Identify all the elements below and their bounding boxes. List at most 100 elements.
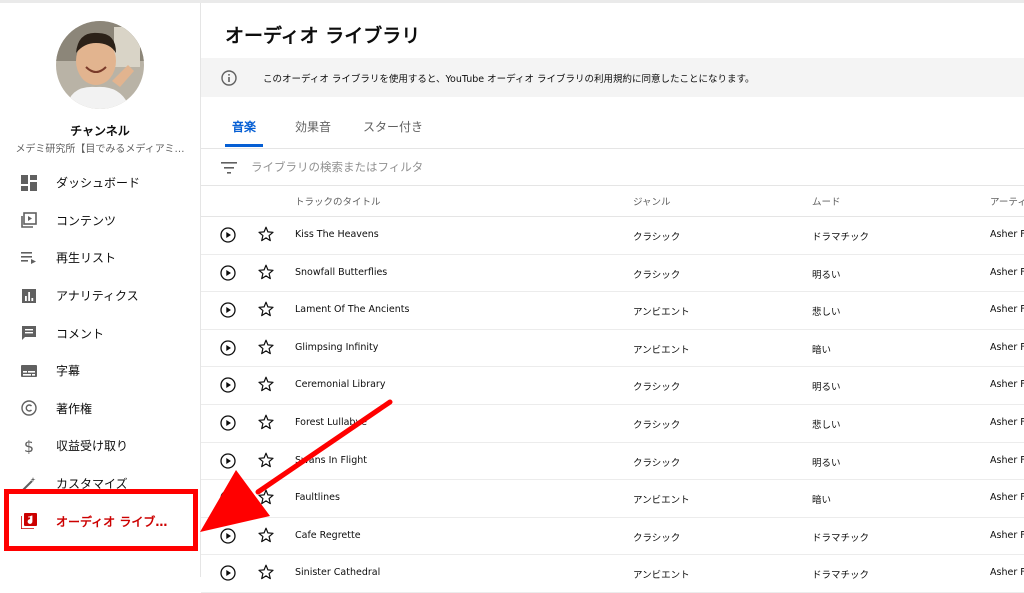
- page-title: オーディオ ライブラリ: [225, 25, 421, 47]
- track-title: Snowfall Butterflies: [295, 266, 388, 278]
- sidebar-item-dashboard[interactable]: ダッシュボード: [0, 164, 200, 202]
- dollar-icon: $: [20, 437, 38, 455]
- sidebar-item-playlists[interactable]: 再生リスト: [0, 239, 200, 277]
- track-list: Kiss The Heavens クラシック ドラマチック Asher F Snowfa…: [201, 217, 1024, 593]
- table-row[interactable]: Swans In Flight クラシック 明るい Asher F: [201, 443, 1024, 481]
- play-icon[interactable]: [220, 490, 236, 506]
- analytics-icon: [20, 287, 38, 305]
- star-icon[interactable]: [258, 226, 274, 242]
- track-title: Swans In Flight: [295, 454, 367, 466]
- table-row[interactable]: Sinister Cathedral アンビエント ドラマチック Asher F: [201, 555, 1024, 593]
- star-icon[interactable]: [258, 301, 274, 317]
- table-row[interactable]: Glimpsing Infinity アンビエント 暗い Asher F: [201, 330, 1024, 368]
- play-icon[interactable]: [220, 227, 236, 243]
- track-title: Kiss The Heavens: [295, 229, 379, 240]
- column-header-artist[interactable]: アーティ: [990, 194, 1024, 208]
- track-mood: ドラマチック: [812, 232, 870, 243]
- track-mood: 明るい: [812, 269, 841, 281]
- star-icon[interactable]: [258, 527, 274, 543]
- track-genre: アンビエント: [633, 495, 690, 507]
- track-genre: クラシック: [633, 232, 681, 243]
- table-header: トラックのタイトル ジャンル ムード アーティ: [201, 185, 1024, 217]
- filter-bar[interactable]: ライブラリの検索またはフィルタ: [201, 148, 1024, 186]
- column-header-genre[interactable]: ジャンル: [633, 194, 671, 208]
- track-genre: クラシック: [633, 419, 681, 431]
- play-icon[interactable]: [220, 565, 236, 581]
- filter-input[interactable]: ライブラリの検索またはフィルタ: [251, 159, 423, 175]
- channel-title: チャンネル: [70, 124, 130, 138]
- play-icon[interactable]: [220, 528, 236, 544]
- sidebar-item-earn[interactable]: $ 収益受け取り: [0, 427, 200, 465]
- dashboard-icon: [20, 174, 38, 192]
- sidebar-item-content[interactable]: コンテンツ: [0, 202, 200, 240]
- content-icon: [20, 211, 38, 229]
- track-artist: Asher F: [990, 454, 1024, 466]
- sidebar-item-label: アナリティクス: [56, 289, 139, 304]
- play-icon[interactable]: [220, 302, 236, 318]
- column-header-mood[interactable]: ムード: [812, 194, 841, 208]
- track-artist: Asher F: [990, 304, 1024, 316]
- subtitles-icon: [20, 362, 38, 380]
- track-mood: 悲しい: [812, 419, 841, 431]
- star-icon[interactable]: [258, 339, 274, 355]
- channel-name: メデミ研究所【目でみるメディアミ…: [15, 144, 185, 155]
- star-icon[interactable]: [258, 564, 274, 580]
- track-mood: ドラマチック: [812, 532, 870, 544]
- star-icon[interactable]: [258, 264, 274, 280]
- sidebar-item-label: 再生リスト: [56, 251, 117, 266]
- play-icon[interactable]: [220, 415, 236, 431]
- star-icon[interactable]: [258, 489, 274, 505]
- avatar-photo: [56, 21, 144, 109]
- sidebar-item-label: 著作権: [56, 401, 93, 416]
- sidebar-nav: ダッシュボード コンテンツ 再生リスト アナリティクス コメント 字幕 著作権 …: [0, 164, 200, 540]
- track-title: Glimpsing Infinity: [295, 341, 379, 353]
- star-icon[interactable]: [258, 452, 274, 468]
- star-icon[interactable]: [258, 376, 274, 392]
- filter-icon[interactable]: [221, 160, 237, 174]
- track-artist: Asher F: [990, 416, 1024, 428]
- tab-music[interactable]: 音楽: [232, 118, 256, 135]
- track-mood: 明るい: [812, 382, 841, 394]
- table-row[interactable]: Faultlines アンビエント 暗い Asher F: [201, 480, 1024, 518]
- table-row[interactable]: Lament Of The Ancients アンビエント 悲しい Asher F: [201, 292, 1024, 330]
- column-header-title[interactable]: トラックのタイトル: [295, 194, 381, 208]
- svg-text:$: $: [24, 438, 34, 454]
- track-title: Faultlines: [295, 492, 340, 504]
- sidebar-item-analytics[interactable]: アナリティクス: [0, 277, 200, 315]
- table-row[interactable]: Ceremonial Library クラシック 明るい Asher F: [201, 367, 1024, 405]
- table-row[interactable]: Snowfall Butterflies クラシック 明るい Asher F: [201, 255, 1024, 293]
- sidebar-item-label: コンテンツ: [56, 213, 117, 228]
- comment-icon: [20, 324, 38, 342]
- table-row[interactable]: Kiss The Heavens クラシック ドラマチック Asher F: [201, 217, 1024, 255]
- sidebar-item-copyright[interactable]: 著作権: [0, 390, 200, 428]
- track-genre: アンビエント: [633, 307, 690, 319]
- track-mood: 暗い: [812, 344, 832, 356]
- track-title: Lament Of The Ancients: [295, 304, 410, 316]
- tab-bar: 音楽 効果音 スター付き: [201, 113, 1024, 147]
- track-title: Cafe Regrette: [295, 529, 361, 541]
- sidebar-item-comments[interactable]: コメント: [0, 314, 200, 352]
- tab-sound-effects[interactable]: 効果音: [295, 118, 331, 135]
- track-artist: Asher F: [990, 529, 1024, 541]
- play-icon[interactable]: [220, 452, 236, 469]
- play-icon[interactable]: [220, 340, 236, 356]
- avatar[interactable]: [56, 21, 144, 109]
- main-content: オーディオ ライブラリ このオーディオ ライブラリを使用すると、YouTube …: [201, 3, 1024, 593]
- tab-starred[interactable]: スター付き: [363, 118, 423, 135]
- play-icon[interactable]: [220, 264, 236, 281]
- sidebar-item-subtitles[interactable]: 字幕: [0, 352, 200, 390]
- track-artist: Asher F: [990, 266, 1024, 278]
- star-icon[interactable]: [258, 414, 274, 430]
- track-genre: クラシック: [633, 269, 681, 281]
- sidebar-item-label: コメント: [56, 326, 105, 341]
- track-mood: ドラマチック: [812, 570, 870, 582]
- track-genre: クラシック: [633, 457, 681, 469]
- terms-banner: このオーディオ ライブラリを使用すると、YouTube オーディオ ライブラリの…: [201, 58, 1024, 97]
- table-row[interactable]: Cafe Regrette クラシック ドラマチック Asher F: [201, 518, 1024, 556]
- banner-text: このオーディオ ライブラリを使用すると、YouTube オーディオ ライブラリの…: [263, 74, 755, 85]
- play-icon[interactable]: [220, 377, 236, 394]
- sidebar-item-label: ダッシュボード: [56, 176, 141, 191]
- playlist-icon: [20, 249, 38, 267]
- table-row[interactable]: Forest Lullabye クラシック 悲しい Asher F: [201, 405, 1024, 443]
- track-title: Forest Lullabye: [295, 416, 367, 428]
